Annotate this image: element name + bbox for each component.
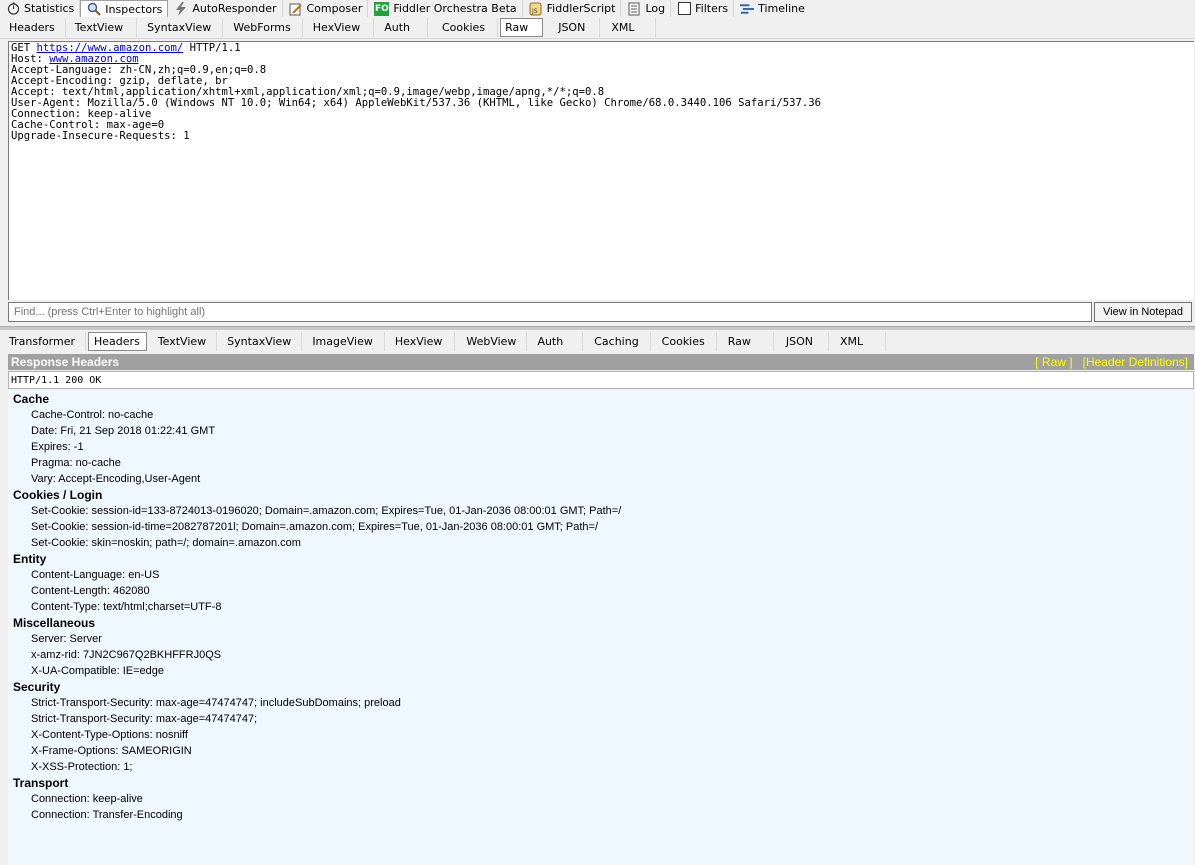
tab-inspectors[interactable]: Inspectors [80, 0, 169, 17]
svg-text:JS: JS [531, 8, 538, 15]
tab-log[interactable]: Log [621, 0, 672, 17]
request-header-line: Upgrade-Insecure-Requests: 1 [11, 130, 190, 142]
req-tab-auth[interactable]: Auth [374, 18, 428, 37]
header-item[interactable]: Connection: Transfer-Encoding [8, 807, 1194, 823]
response-status-line: HTTP/1.1 200 OK [8, 371, 1194, 389]
group-miscellaneous[interactable]: Miscellaneous [8, 615, 1194, 631]
checkbox-icon [677, 2, 691, 16]
header-item[interactable]: Content-Type: text/html;charset=UTF-8 [8, 599, 1194, 615]
tab-label: Log [645, 2, 666, 15]
header-item[interactable]: Set-Cookie: session-id-time=2082787201l;… [8, 519, 1194, 535]
header-item[interactable]: Strict-Transport-Security: max-age=47474… [8, 711, 1194, 727]
header-item[interactable]: X-UA-Compatible: IE=edge [8, 663, 1194, 679]
header-item[interactable]: X-Content-Type-Options: nosniff [8, 727, 1194, 743]
resp-tab-webview[interactable]: WebView [455, 331, 528, 351]
timeline-icon [740, 2, 755, 16]
header-item[interactable]: Server: Server [8, 631, 1194, 647]
req-tab-syntaxview[interactable]: SyntaxView [137, 18, 224, 37]
fo-icon: FO [374, 1, 390, 16]
req-tab-webforms[interactable]: WebForms [223, 18, 303, 37]
tab-label: Composer [306, 2, 363, 15]
resp-tab-headers[interactable]: Headers [88, 331, 147, 351]
group-security[interactable]: Security [8, 679, 1194, 695]
magnifier-icon [87, 2, 102, 16]
tab-composer[interactable]: Composer [283, 0, 369, 17]
header-item[interactable]: Content-Length: 462080 [8, 583, 1194, 599]
group-cache[interactable]: Cache [8, 391, 1194, 407]
resp-tab-xml[interactable]: XML [829, 331, 887, 351]
request-raw-view[interactable]: GET https://www.amazon.com/ HTTP/1.1 Hos… [8, 41, 1194, 300]
main-tab-bar: Statistics Inspectors AutoResponder Comp… [0, 0, 1195, 17]
tab-label: AutoResponder [192, 2, 277, 15]
req-tab-cookies[interactable]: Cookies [428, 18, 499, 37]
tab-filters[interactable]: Filters [671, 0, 735, 17]
req-tab-json[interactable]: JSON [545, 18, 601, 37]
resp-tab-cookies[interactable]: Cookies [651, 331, 717, 351]
group-entity[interactable]: Entity [8, 551, 1194, 567]
tab-label: Timeline [758, 2, 805, 15]
response-headers-bar: Response Headers [ Raw ] [Header Definit… [8, 354, 1194, 370]
header-definitions-link[interactable]: [Header Definitions] [1083, 355, 1188, 369]
header-item[interactable]: X-XSS-Protection: 1; [8, 759, 1194, 775]
resp-tab-raw[interactable]: Raw [717, 331, 774, 351]
req-tab-hexview[interactable]: HexView [303, 18, 375, 37]
tab-label: Statistics [24, 2, 75, 15]
resp-tab-auth[interactable]: Auth [527, 331, 584, 351]
req-tab-headers[interactable]: Headers [0, 18, 66, 37]
header-item[interactable]: Expires: -1 [8, 439, 1194, 455]
header-item[interactable]: X-Frame-Options: SAMEORIGIN [8, 743, 1194, 759]
tab-fiddler-orchestra[interactable]: FO Fiddler Orchestra Beta [368, 0, 523, 17]
view-in-notepad-button[interactable]: View in Notepad [1094, 302, 1192, 322]
header-item[interactable]: Date: Fri, 21 Sep 2018 01:22:41 GMT [8, 423, 1194, 439]
find-bar: View in Notepad [8, 302, 1194, 322]
lightning-icon [174, 1, 188, 16]
request-protocol: HTTP/1.1 [189, 42, 241, 54]
resp-tab-transformer[interactable]: Transformer [0, 331, 87, 351]
header-item[interactable]: Strict-Transport-Security: max-age=47474… [8, 695, 1194, 711]
response-headers-tree[interactable]: Cache Cache-Control: no-cache Date: Fri,… [8, 390, 1194, 865]
header-item[interactable]: x-amz-rid: 7JN2C967Q2BKHFFRJ0QS [8, 647, 1194, 663]
resp-tab-hexview[interactable]: HexView [385, 331, 456, 351]
find-input[interactable] [8, 302, 1092, 322]
tab-statistics[interactable]: Statistics [0, 0, 81, 17]
resp-tab-json[interactable]: JSON [774, 331, 830, 351]
tab-label: Inspectors [105, 2, 163, 16]
req-tab-xml[interactable]: XML [600, 18, 657, 37]
header-item[interactable]: Vary: Accept-Encoding,User-Agent [8, 471, 1194, 487]
resp-tab-caching[interactable]: Caching [583, 331, 651, 351]
tab-fiddlerscript[interactable]: JS FiddlerScript [523, 0, 622, 17]
response-inspector-tabs: Transformer Headers TextView SyntaxView … [0, 330, 1195, 352]
req-tab-raw[interactable]: Raw [500, 18, 544, 37]
header-item[interactable]: Connection: keep-alive [8, 791, 1194, 807]
header-item[interactable]: Pragma: no-cache [8, 455, 1194, 471]
response-headers-title: Response Headers [11, 355, 120, 369]
request-raw-text: GET https://www.amazon.com/ HTTP/1.1 Hos… [9, 42, 1194, 142]
tab-label: Fiddler Orchestra Beta [393, 2, 517, 15]
resp-tab-imageview[interactable]: ImageView [302, 331, 385, 351]
header-item[interactable]: Content-Language: en-US [8, 567, 1194, 583]
group-transport[interactable]: Transport [8, 775, 1194, 791]
header-item[interactable]: Set-Cookie: session-id=133-8724013-01960… [8, 503, 1194, 519]
tab-label: FiddlerScript [546, 2, 616, 15]
request-inspector-tabs: Headers TextView SyntaxView WebForms Hex… [0, 17, 1195, 39]
log-icon [627, 2, 641, 16]
header-item[interactable]: Cache-Control: no-cache [8, 407, 1194, 423]
group-cookies-login[interactable]: Cookies / Login [8, 487, 1194, 503]
pencil-icon [289, 2, 303, 16]
resp-tab-textview[interactable]: TextView [149, 331, 218, 351]
script-icon: JS [529, 2, 543, 16]
raw-link[interactable]: [ Raw ] [1035, 355, 1072, 369]
stopwatch-icon [6, 2, 20, 16]
header-item[interactable]: Set-Cookie: skin=noskin; path=/; domain=… [8, 535, 1194, 551]
req-tab-textview[interactable]: TextView [66, 18, 138, 37]
tab-timeline[interactable]: Timeline [734, 0, 810, 17]
tab-autoresponder[interactable]: AutoResponder [168, 0, 283, 17]
resp-tab-syntaxview[interactable]: SyntaxView [217, 331, 303, 351]
tab-label: Filters [695, 2, 729, 15]
